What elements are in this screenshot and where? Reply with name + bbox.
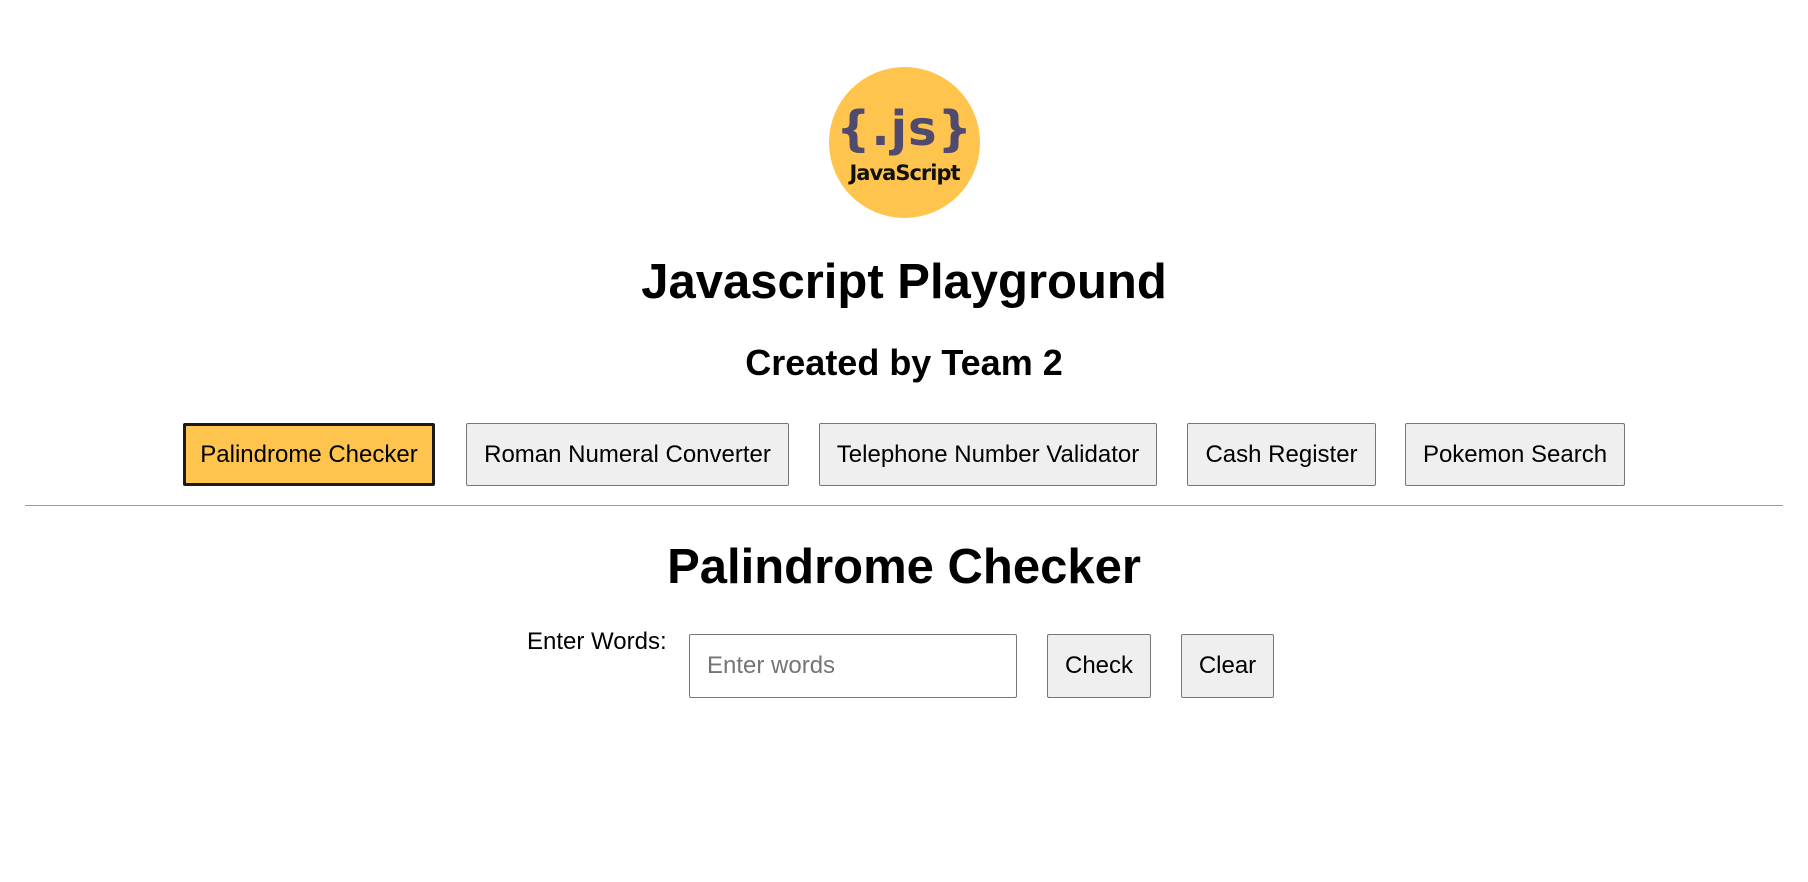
words-label: Enter Words: <box>527 628 667 655</box>
javascript-logo: {.js} JavaScript <box>829 67 980 218</box>
section-divider <box>25 505 1783 506</box>
logo-text: JavaScript <box>849 160 960 185</box>
js-braces-icon: {.js} <box>836 100 973 157</box>
nav-button-cash-register[interactable]: Cash Register <box>1187 423 1376 486</box>
check-button[interactable]: Check <box>1047 634 1151 698</box>
project-nav: Palindrome Checker Roman Numeral Convert… <box>0 423 1808 486</box>
page-subtitle: Created by Team 2 <box>745 342 1063 383</box>
clear-button[interactable]: Clear <box>1181 634 1274 698</box>
page-title: Javascript Playground <box>641 255 1167 309</box>
words-input[interactable] <box>689 634 1017 698</box>
section-title: Palindrome Checker <box>667 540 1141 594</box>
nav-button-pokemon-search[interactable]: Pokemon Search <box>1405 423 1625 486</box>
page: {.js} JavaScript Javascript Playground C… <box>0 0 1808 882</box>
nav-button-telephone-number-validator[interactable]: Telephone Number Validator <box>819 423 1157 486</box>
nav-button-palindrome-checker[interactable]: Palindrome Checker <box>183 423 435 486</box>
nav-button-roman-numeral-converter[interactable]: Roman Numeral Converter <box>466 423 789 486</box>
